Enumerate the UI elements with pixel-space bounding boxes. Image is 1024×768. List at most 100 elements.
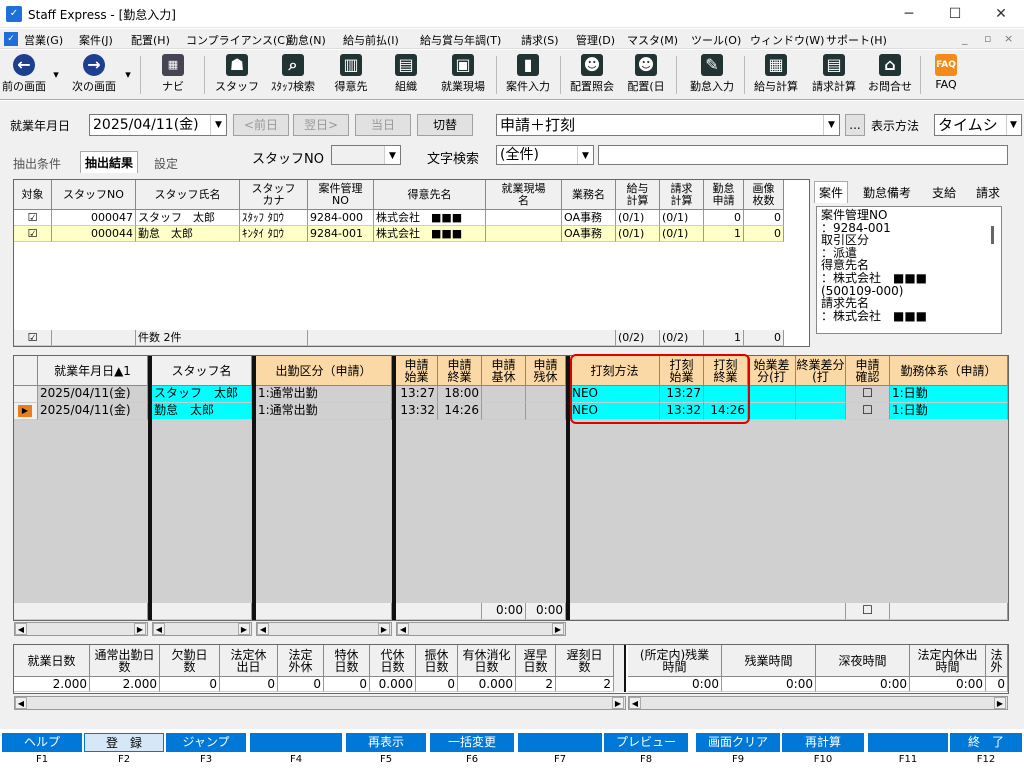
attendance-input-button[interactable]: ✎ 勤怠入力 [684,54,740,98]
case-input-button[interactable]: ▮ 案件入力 [500,54,556,98]
menu-item-case[interactable]: 案件(J) [79,32,113,48]
date-input[interactable]: 2025/04/11(金) [89,114,227,136]
next-screen-button[interactable]: → 次の画面 [66,54,122,98]
hscroll-apply[interactable]: ◀ ▶ [396,622,566,636]
menu-item-compliance[interactable]: コンプライアンス(C) [186,32,289,48]
f3-jump-button[interactable]: ジャンプ [166,733,246,752]
att-row1-system[interactable]: 1:日勤 [890,386,1008,403]
col-staff-no[interactable]: スタッフNO [52,180,136,210]
col-target[interactable]: 対象 [14,180,52,210]
menu-item-window[interactable]: ウィンドウ(W) [750,32,824,48]
side-tab-att-note[interactable]: 勤怠備考 [863,184,911,201]
col-attendance-kubun[interactable]: 出勤区分（申請） [256,356,392,386]
att-row1-end[interactable]: 18:00 [438,386,482,403]
mdi-minimize-icon[interactable]: _ [962,32,968,45]
col-case-no[interactable]: 案件管理NO [308,180,374,210]
scroll-right-icon[interactable]: ▶ [134,623,146,635]
payroll-calc-button[interactable]: ▦ 給与計算 [748,54,804,98]
col-work-site[interactable]: 就業現場名 [486,180,562,210]
f8-preview-button[interactable]: プレビュー [604,733,688,752]
side-tab-bill[interactable]: 請求 [976,184,1000,201]
tab-extract-result[interactable]: 抽出結果 [80,151,139,173]
col-start-diff[interactable]: 始業差分(打 [748,356,796,386]
f12-exit-button[interactable]: 終 了 [950,733,1022,752]
f7-button[interactable] [518,733,602,752]
scroll-right-icon[interactable]: ▶ [994,697,1006,709]
summary-hscroll-right[interactable]: ◀ ▶ [628,696,1008,710]
col-job[interactable]: 業務名 [562,180,616,210]
prev-day-button[interactable]: <前日 [233,114,289,136]
scroll-right-icon[interactable]: ▶ [612,697,624,709]
scroll-left-icon[interactable]: ◀ [153,623,165,635]
att-row2-start[interactable]: 13:32 [396,403,438,420]
col-end-diff[interactable]: 終業差分(打 [796,356,846,386]
f6-bulk-change-button[interactable]: 一括変更 [430,733,514,752]
mode-more-button[interactable]: ... [845,114,865,136]
row2-check[interactable]: ☑ [14,226,52,242]
scroll-left-icon[interactable]: ◀ [629,697,641,709]
att-row2-basic-break[interactable] [482,403,526,420]
summary-splitter[interactable] [614,645,626,692]
f5-refresh-button[interactable]: 再表示 [346,733,426,752]
client-button[interactable]: ▥ 得意先 [326,54,376,98]
tab-settings[interactable]: 設定 [154,155,178,172]
col-apply-basic-break[interactable]: 申請基休 [482,356,526,386]
hscroll-kubun[interactable]: ◀ ▶ [256,622,392,636]
hscroll-name[interactable]: ◀ ▶ [152,622,252,636]
menu-item-tools[interactable]: ツール(O) [691,32,741,48]
mode-dropdown-icon[interactable]: ▼ [823,115,839,135]
scroll-left-icon[interactable]: ◀ [397,623,409,635]
panel-scrollbar-thumb[interactable] [991,226,994,244]
scroll-right-icon[interactable]: ▶ [238,623,250,635]
text-search-dropdown-icon[interactable]: ▼ [577,146,593,164]
col-work-date[interactable]: 就業年月日▲1 [38,356,148,386]
mdi-close-icon[interactable]: × [1004,32,1013,45]
side-tab-case[interactable]: 案件 [814,181,849,203]
col-bill-calc[interactable]: 請求計算 [660,180,704,210]
f2-register-button[interactable]: 登 録 [84,733,164,752]
col-client[interactable]: 得意先名 [374,180,486,210]
att-row1-basic-break[interactable] [482,386,526,403]
att-row1-kubun[interactable]: 1:通常出勤 [256,386,392,403]
col-apply-confirm[interactable]: 申請確認 [846,356,890,386]
billing-calc-button[interactable]: ▤ 請求計算 [806,54,862,98]
f9-clear-button[interactable]: 画面クリア [696,733,780,752]
tab-extract-conditions[interactable]: 抽出条件 [13,155,61,172]
navi-button[interactable]: ▦ ナビ [150,54,196,98]
side-tab-pay[interactable]: 支給 [932,184,956,201]
menu-item-billing[interactable]: 請求(S) [521,32,559,48]
scroll-right-icon[interactable]: ▶ [552,623,564,635]
col-apply-end[interactable]: 申請終業 [438,356,482,386]
att-row2-kubun[interactable]: 1:通常出勤 [256,403,392,420]
menu-item-admin[interactable]: 管理(D) [576,32,615,48]
date-dropdown-icon[interactable]: ▼ [210,115,226,135]
inquiry-button[interactable]: ⌂ お問合せ [864,54,916,98]
att-row2-system[interactable]: 1:日勤 [890,403,1008,420]
mdi-restore-icon[interactable]: ▫ [984,32,991,45]
close-button[interactable]: ✕ [978,0,1024,28]
display-dropdown-icon[interactable]: ▼ [1006,115,1020,135]
col-pay-calc[interactable]: 給与計算 [616,180,660,210]
menu-item-support[interactable]: サポート(H) [826,32,887,48]
att-row2-confirm[interactable]: ☐ [846,403,890,420]
menu-item-attendance[interactable]: 勤怠(N) [287,32,326,48]
f10-recalc-button[interactable]: 再計算 [782,733,864,752]
switch-button[interactable]: 切替 [417,114,473,136]
att-row1-start[interactable]: 13:27 [396,386,438,403]
today-button[interactable]: 当日 [355,114,411,136]
placement-day-button[interactable]: ☻ 配置(日 [622,54,670,98]
col-att-apply[interactable]: 勤怠申請 [704,180,744,210]
scroll-left-icon[interactable]: ◀ [257,623,269,635]
col-apply-start[interactable]: 申請始業 [396,356,438,386]
scroll-right-icon[interactable]: ▶ [378,623,390,635]
next-day-button[interactable]: 翌日> [293,114,349,136]
att-row2-end[interactable]: 14:26 [438,403,482,420]
col-staff-kana[interactable]: スタッフカナ [240,180,308,210]
menu-item-master[interactable]: マスタ(M) [627,32,678,48]
maximize-button[interactable]: ☐ [932,0,978,28]
att-footer-confirm[interactable]: ☐ [846,603,890,620]
col-staff-name2[interactable]: スタッフ名 [152,356,252,386]
minimize-button[interactable]: ─ [886,0,932,28]
col-staff-name[interactable]: スタッフ氏名 [136,180,240,210]
prev-screen-button[interactable]: ← 前の画面 [0,54,48,98]
